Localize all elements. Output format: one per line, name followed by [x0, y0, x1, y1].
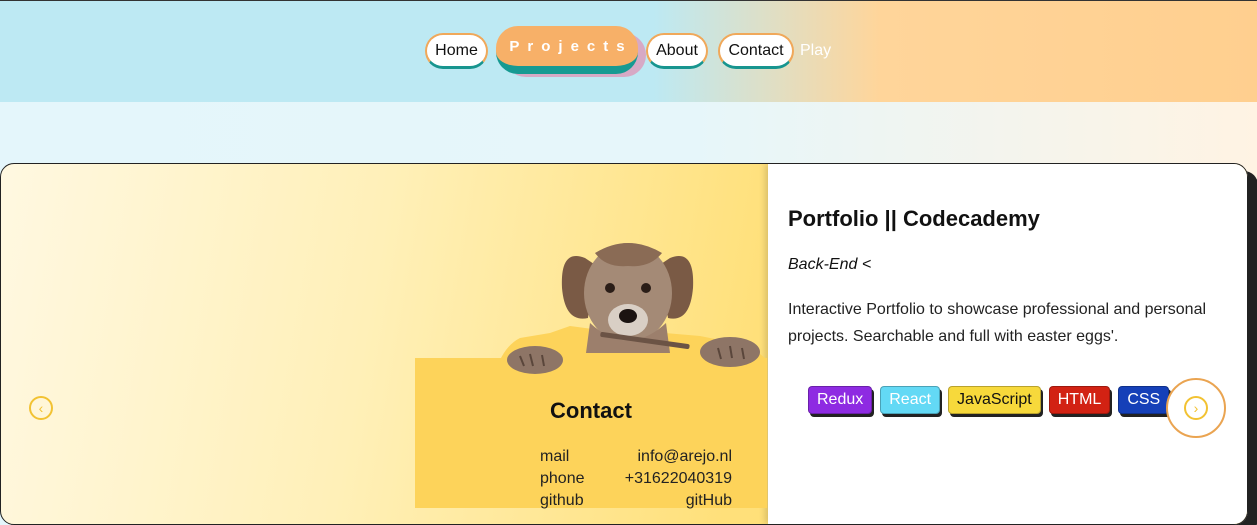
- contact-label: mail: [540, 448, 570, 465]
- contact-title: Contact: [550, 398, 632, 423]
- tag-css: CSS: [1118, 386, 1170, 414]
- tag-html: HTML: [1048, 386, 1111, 414]
- contact-value: gitHub: [685, 492, 732, 509]
- project-description: Interactive Portfolio to showcase profes…: [788, 301, 1207, 345]
- contact-label: github: [540, 492, 584, 509]
- contact-list: mail info@arejo.nl phone +31622040319 gi…: [540, 448, 732, 514]
- chevron-right-icon: ›: [1184, 396, 1208, 420]
- tag-javascript: JavaScript: [948, 386, 1041, 414]
- site-header: Home Projects About Contact Play: [0, 0, 1257, 102]
- contact-value: +31622040319: [624, 470, 732, 487]
- next-slide-button[interactable]: ›: [1166, 378, 1226, 438]
- nav-play-link[interactable]: Play: [800, 42, 831, 60]
- contact-row: github gitHub: [540, 492, 732, 514]
- tag-react: React: [880, 386, 941, 414]
- nav-projects-label: Projects: [496, 26, 638, 74]
- nav-projects-button[interactable]: Projects: [496, 26, 646, 77]
- tag-redux: Redux: [808, 386, 873, 414]
- project-info-panel: Portfolio || Codecademy Back-End < Inter…: [768, 164, 1247, 524]
- contact-row: phone +31622040319: [540, 470, 732, 492]
- nav-home-button[interactable]: Home: [425, 33, 488, 69]
- project-subtitle: Back-End <: [788, 256, 872, 273]
- main-nav: Home Projects About Contact Play: [425, 26, 831, 77]
- contact-row: mail info@arejo.nl: [540, 448, 732, 470]
- dog-image: [490, 243, 765, 386]
- nav-contact-button[interactable]: Contact: [718, 33, 794, 69]
- project-title: Portfolio || Codecademy: [788, 206, 1040, 231]
- contact-value: info@arejo.nl: [637, 448, 732, 465]
- tech-tags: Redux React JavaScript HTML CSS: [808, 386, 1177, 414]
- chevron-left-icon[interactable]: ‹: [29, 396, 53, 420]
- nav-about-button[interactable]: About: [646, 33, 708, 69]
- contact-label: phone: [540, 470, 585, 487]
